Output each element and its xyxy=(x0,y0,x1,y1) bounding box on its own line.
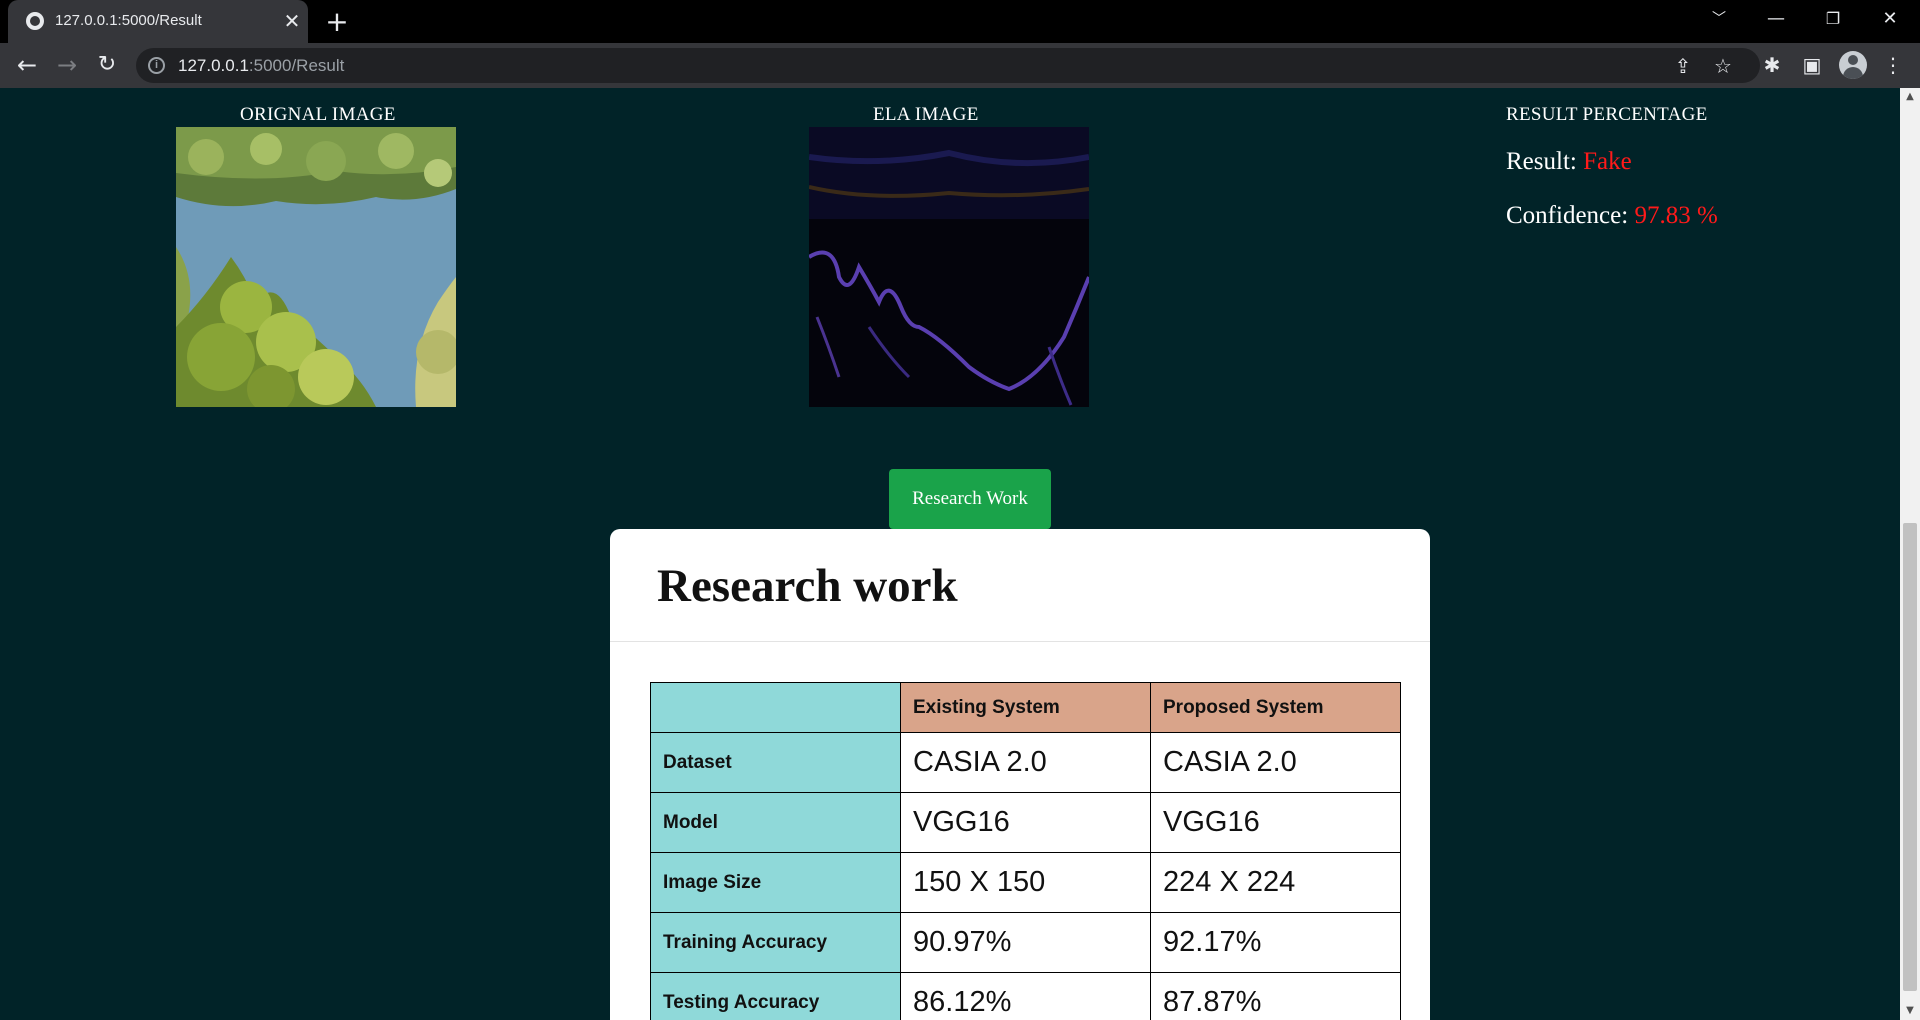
table-row: Model VGG16 VGG16 xyxy=(650,792,1401,853)
row-label: Testing Accuracy xyxy=(650,972,901,1020)
table-row: Testing Accuracy 86.12% 87.87% xyxy=(650,972,1401,1020)
research-work-button[interactable]: Research Work xyxy=(889,469,1051,529)
card-divider xyxy=(610,641,1430,642)
page-scrollbar[interactable]: ▲ ▼ xyxy=(1900,88,1920,1020)
minimize-icon[interactable]: — xyxy=(1748,0,1804,40)
scroll-up-arrow-icon[interactable]: ▲ xyxy=(1900,88,1920,106)
scroll-thumb[interactable] xyxy=(1903,523,1917,991)
row-label: Model xyxy=(650,792,901,853)
table-row: Training Accuracy 90.97% 92.17% xyxy=(650,912,1401,973)
proposed-cell: 224 X 224 xyxy=(1150,852,1401,913)
menu-kebab-icon[interactable]: ⋮ xyxy=(1878,50,1908,80)
proposed-cell: 87.87% xyxy=(1150,972,1401,1020)
profile-avatar[interactable] xyxy=(1839,51,1867,79)
table-row: Image Size 150 X 150 224 X 224 xyxy=(650,852,1401,913)
research-work-card: Research work Existing System Proposed S… xyxy=(610,529,1430,1020)
bookmark-star-icon[interactable]: ☆ xyxy=(1710,53,1736,79)
existing-cell: CASIA 2.0 xyxy=(900,732,1151,793)
comparison-table: Existing System Proposed System Dataset … xyxy=(650,682,1401,1020)
result-value: Fake xyxy=(1583,148,1632,175)
table-header-empty xyxy=(650,682,901,733)
close-window-icon[interactable]: ✕ xyxy=(1862,0,1918,40)
globe-icon xyxy=(26,12,44,30)
url-text[interactable]: 127.0.0.1:5000/Result xyxy=(178,56,344,76)
page-viewport: ORIGNAL IMAGE ELA IMAGE RESULT PERCENTAG… xyxy=(0,88,1900,1020)
site-info-icon[interactable]: i xyxy=(148,57,165,74)
proposed-cell: 92.17% xyxy=(1150,912,1401,973)
ela-image-title: ELA IMAGE xyxy=(873,104,979,125)
scroll-down-arrow-icon[interactable]: ▼ xyxy=(1900,1002,1920,1020)
row-label: Dataset xyxy=(650,732,901,793)
existing-cell: 150 X 150 xyxy=(900,852,1151,913)
browser-tab-strip: 127.0.0.1:5000/Result ✕ + ﹀ — ❐ ✕ xyxy=(0,0,1920,43)
new-tab-icon[interactable]: + xyxy=(322,7,352,37)
reload-icon[interactable]: ↻ xyxy=(91,49,123,81)
research-work-heading: Research work xyxy=(657,560,958,612)
table-header-row: Existing System Proposed System xyxy=(650,682,1401,733)
forward-arrow-icon[interactable]: → xyxy=(51,49,83,81)
proposed-cell: CASIA 2.0 xyxy=(1150,732,1401,793)
row-label: Training Accuracy xyxy=(650,912,901,973)
table-header-existing: Existing System xyxy=(900,682,1151,733)
confidence-label: Confidence: xyxy=(1506,202,1635,229)
restore-icon[interactable]: ❐ xyxy=(1805,0,1861,40)
table-row: Dataset CASIA 2.0 CASIA 2.0 xyxy=(650,732,1401,793)
proposed-cell: VGG16 xyxy=(1150,792,1401,853)
original-image-title: ORIGNAL IMAGE xyxy=(240,104,396,125)
share-icon[interactable]: ⇪ xyxy=(1670,53,1696,79)
address-bar[interactable]: i 127.0.0.1:5000/Result ⇪ ☆ xyxy=(136,48,1760,83)
result-label: Result: xyxy=(1506,148,1584,175)
browser-tab[interactable]: 127.0.0.1:5000/Result ✕ xyxy=(8,0,308,43)
existing-cell: 90.97% xyxy=(900,912,1151,973)
row-label: Image Size xyxy=(650,852,901,913)
side-panel-icon[interactable]: ▣ xyxy=(1797,50,1827,80)
existing-cell: VGG16 xyxy=(900,792,1151,853)
confidence-text: Confidence: 97.83 % xyxy=(1506,202,1718,230)
existing-cell: 86.12% xyxy=(900,972,1151,1020)
extensions-puzzle-icon[interactable]: ✱ xyxy=(1757,50,1787,80)
table-header-proposed: Proposed System xyxy=(1150,682,1401,733)
ela-image xyxy=(809,127,1089,407)
original-image xyxy=(176,127,456,407)
result-text: Result: Fake xyxy=(1506,148,1632,176)
tab-search-chevron-icon[interactable]: ﹀ xyxy=(1691,0,1747,40)
back-arrow-icon[interactable]: ← xyxy=(11,49,43,81)
confidence-value: 97.83 % xyxy=(1634,202,1718,229)
result-percentage-title: RESULT PERCENTAGE xyxy=(1506,104,1708,125)
close-tab-icon[interactable]: ✕ xyxy=(280,9,304,33)
browser-toolbar: ← → ↻ i 127.0.0.1:5000/Result ⇪ ☆ ✱ ▣ ⋮ xyxy=(0,43,1920,88)
tab-title: 127.0.0.1:5000/Result xyxy=(55,12,202,29)
